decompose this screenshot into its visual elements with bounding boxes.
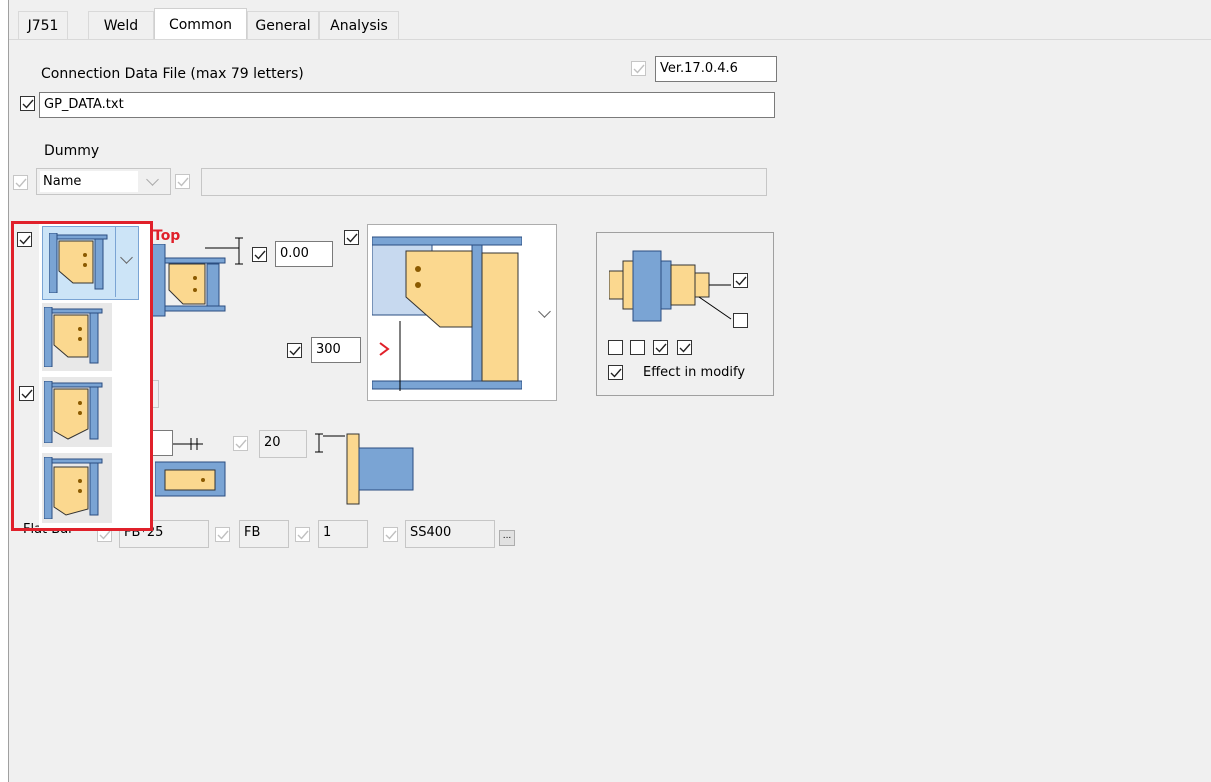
flat-bar-count-input[interactable]: 1	[318, 520, 368, 548]
check-icon	[235, 439, 247, 449]
flat-bar-diagram-icon	[315, 433, 414, 505]
tab-weld[interactable]: Weld	[88, 11, 154, 39]
dummy-checkbox[interactable]	[13, 175, 28, 190]
tab-j751[interactable]: J751	[18, 11, 68, 39]
check-icon	[385, 530, 397, 540]
effect-checkbox-b[interactable]	[733, 313, 748, 328]
check-icon	[297, 530, 309, 540]
flat-bar-section-icon	[155, 461, 226, 497]
tab-general[interactable]: General	[247, 11, 319, 39]
effect-checkbox-4[interactable]	[677, 340, 692, 355]
length-input[interactable]: 300	[311, 337, 361, 363]
dummy-label: Dummy	[44, 143, 100, 159]
check-icon	[610, 368, 622, 378]
effect-panel: Effect in modify	[596, 232, 774, 396]
flat-bar-type-checkbox[interactable]	[215, 527, 230, 542]
top-label: Top	[153, 228, 181, 244]
flat-bar-type-input[interactable]: FB	[239, 520, 289, 548]
chevron-down-icon	[146, 173, 159, 186]
version-checkbox[interactable]	[631, 61, 646, 76]
check-icon	[15, 178, 27, 188]
connection-file-input[interactable]: GP_DATA.txt	[39, 92, 775, 118]
dimension-arrow-icon	[205, 237, 243, 265]
flat-bar-browse-button[interactable]: ...	[499, 530, 515, 546]
effect-in-modify-checkbox[interactable]	[608, 365, 623, 380]
check-icon	[346, 233, 358, 243]
dialog-window: J751 Weld Common General Analysis Ver.17…	[8, 0, 1211, 782]
tab-common[interactable]: Common	[154, 8, 247, 40]
spacing-arrow-icon	[173, 438, 203, 450]
flat-bar-count-checkbox[interactable]	[295, 527, 310, 542]
tab-analysis[interactable]: Analysis	[319, 11, 399, 39]
effect-checkbox-2[interactable]	[630, 340, 645, 355]
check-icon	[735, 276, 747, 286]
check-icon	[679, 343, 691, 353]
check-icon	[289, 346, 301, 356]
chevron-down-icon	[538, 305, 551, 318]
connection-file-checkbox[interactable]	[20, 96, 35, 111]
version-field: Ver.17.0.4.6	[655, 56, 777, 82]
check-icon	[217, 530, 229, 540]
check-icon	[22, 99, 34, 109]
check-icon	[633, 64, 645, 74]
dummy-text-checkbox[interactable]	[175, 174, 190, 189]
check-icon	[177, 177, 189, 187]
spacing-checkbox[interactable]	[233, 436, 248, 451]
effect-in-modify-label: Effect in modify	[643, 365, 746, 380]
dummy-text-input[interactable]	[201, 168, 767, 196]
dummy-select[interactable]: Name	[36, 168, 171, 195]
connection-file-label: Connection Data File (max 79 letters)	[41, 66, 304, 82]
effect-checkbox-1[interactable]	[608, 340, 623, 355]
diagram-select[interactable]	[367, 224, 557, 401]
joint-diagram-icon	[372, 236, 522, 391]
spacing-input[interactable]: 20	[259, 430, 307, 458]
layer-stack-icon	[609, 250, 732, 322]
offset-checkbox[interactable]	[252, 247, 267, 262]
tab-divider	[9, 39, 1211, 40]
flat-bar-material-input[interactable]: SS400	[405, 520, 495, 548]
highlight-frame	[11, 221, 153, 531]
offset-input[interactable]: 0.00	[275, 241, 333, 267]
effect-checkbox-a[interactable]	[733, 273, 748, 288]
effect-checkbox-3[interactable]	[653, 340, 668, 355]
length-checkbox[interactable]	[287, 343, 302, 358]
diagram-checkbox[interactable]	[344, 230, 359, 245]
check-icon	[254, 250, 266, 260]
dummy-select-value: Name	[40, 171, 138, 192]
flat-bar-material-checkbox[interactable]	[383, 527, 398, 542]
check-icon	[655, 343, 667, 353]
